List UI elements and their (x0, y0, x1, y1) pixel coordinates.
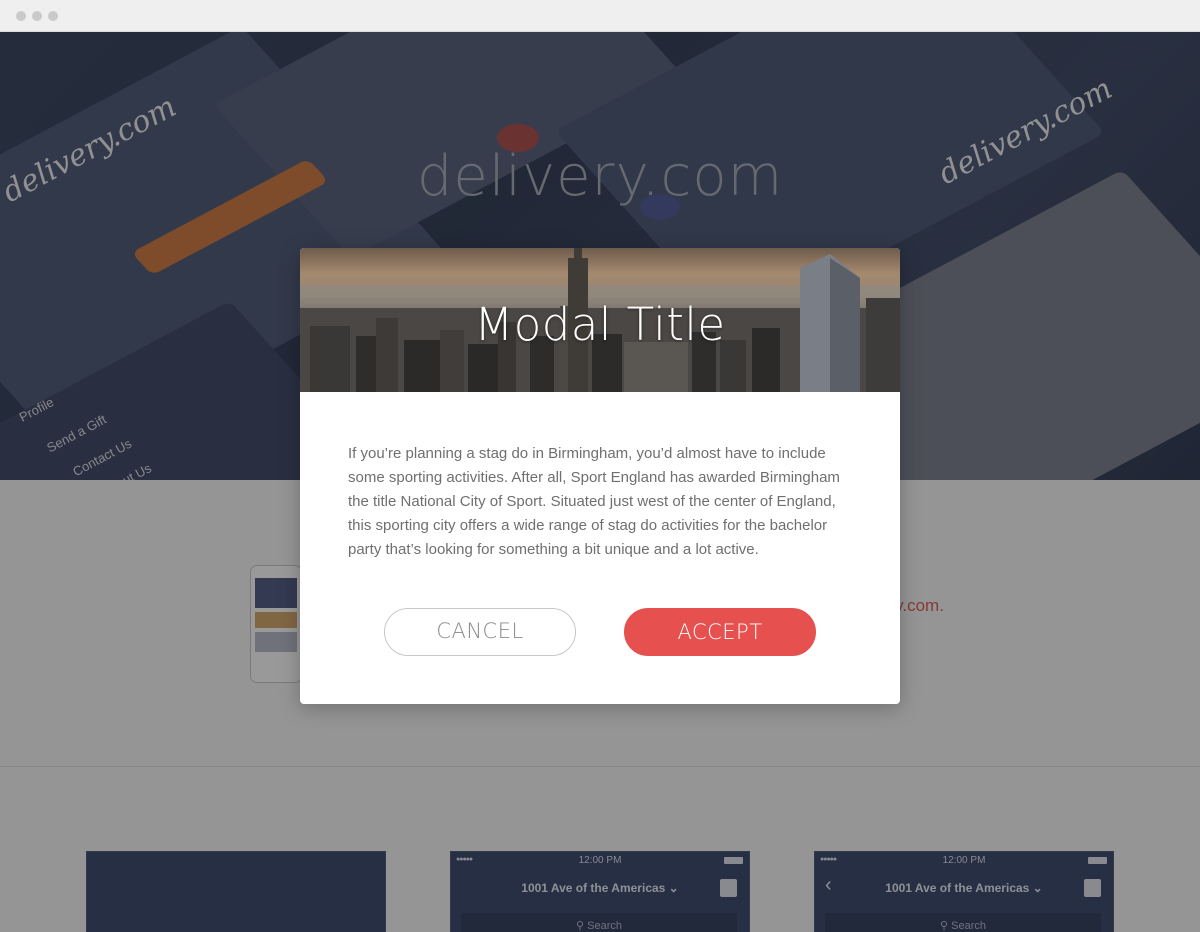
window-zoom-dot[interactable] (48, 11, 58, 21)
modal-dialog: Modal Title If you’re planning a stag do… (300, 248, 900, 704)
window-close-dot[interactable] (16, 11, 26, 21)
accept-button[interactable]: ACCEPT (624, 608, 816, 656)
browser-chrome (0, 0, 1200, 32)
cancel-button[interactable]: CANCEL (384, 608, 576, 656)
modal-header-image: Modal Title (300, 248, 900, 392)
modal-title: Modal Title (474, 298, 726, 351)
modal-body-text: If you’re planning a stag do in Birmingh… (348, 445, 840, 558)
window-minimize-dot[interactable] (32, 11, 42, 21)
